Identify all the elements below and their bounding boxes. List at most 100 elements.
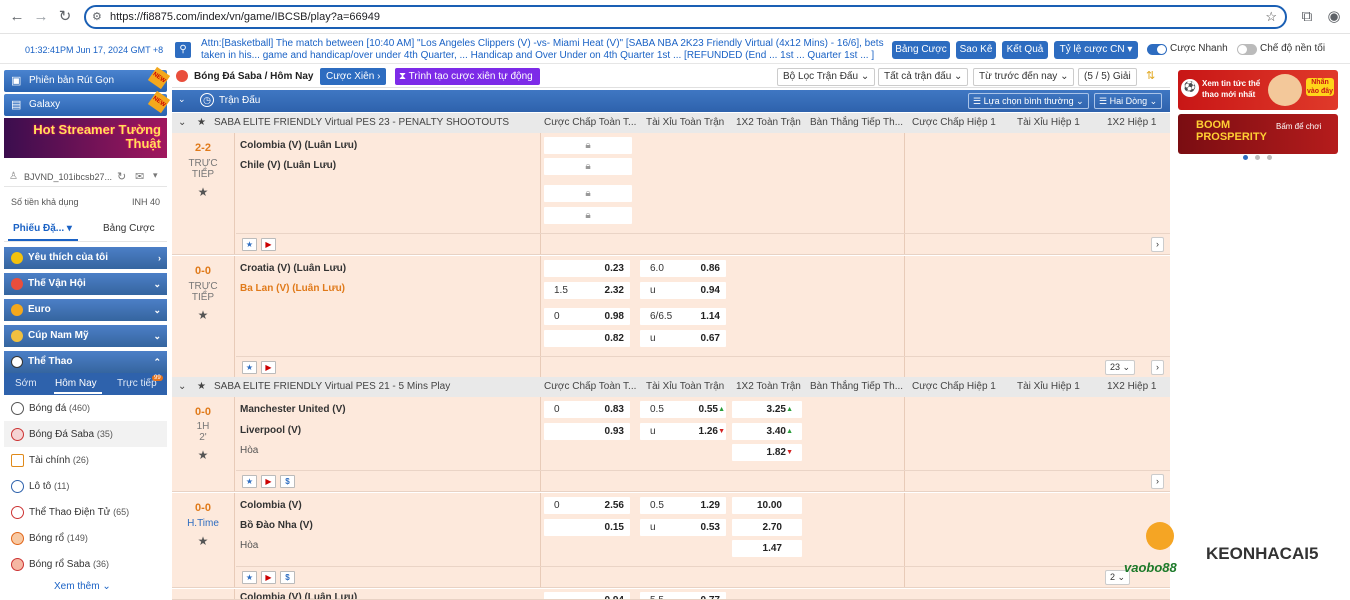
carousel-dot[interactable] [1267,155,1272,160]
search-icon[interactable]: ⚲ [175,42,191,58]
sport-finance[interactable]: Tài chính (26) [4,447,167,473]
favorite-star-icon[interactable]: ★ [242,238,257,251]
reload-icon[interactable]: ↻ [56,8,74,26]
sport-soccer[interactable]: Bóng đá (460) [4,395,167,421]
address-bar[interactable]: ⚙ https://fi8875.com/index/vn/game/IBCSB… [84,5,1287,29]
lite-version-banner[interactable]: ▣ Phiên bản Rút Gọn NEW [4,66,171,92]
odds-cell[interactable]: u 0.94 [640,282,726,299]
sport-saba-basketball[interactable]: Bóng rổ Saba (36) [4,551,167,577]
hot-streamer-banner[interactable]: Hot Streamer Tường Thuật [4,118,167,158]
match-filter-dropdown[interactable]: Bộ Lọc Trận Đấu ⌄ [777,68,876,86]
odds-cell[interactable]: 0.5 1.29 [640,497,726,514]
odds-cell[interactable]: 6/6.5 1.14 [640,308,726,325]
odds-cell[interactable]: 0.15 [544,519,630,536]
odds-cell[interactable]: u 1.26 ▼ [640,423,726,440]
menu-copa[interactable]: Cúp Nam Mỹ ⌄ [4,325,167,347]
cashout-icon[interactable]: $ [280,475,295,488]
tab-live[interactable]: Trực tiếp [117,378,157,389]
collapse-icon[interactable]: ⌄ [178,94,186,105]
live-stream-icon[interactable]: ▶ [261,361,276,374]
odds-cell[interactable]: 0 2.56 [544,497,630,514]
chevron-right-icon[interactable]: › [1151,237,1164,252]
sport-lotto[interactable]: Lô tô (11) [4,473,167,499]
auto-parlay-button[interactable]: ⧗ Trình tạo cược xiên tự động [395,68,540,85]
sport-saba-soccer[interactable]: Bóng Đá Saba (35) [4,421,167,447]
sport-basketball[interactable]: Bóng rổ (149) [4,525,167,551]
odds-cell[interactable]: u 0.67 [640,330,726,347]
results-button[interactable]: Kết Quả [1002,41,1048,59]
chevron-right-icon[interactable]: › [1151,474,1164,489]
carousel-dot[interactable] [1243,155,1248,160]
bookmark-star-icon[interactable]: ☆ [1265,9,1277,25]
chevron-right-icon[interactable]: › [1151,360,1164,375]
url-text[interactable]: https://fi8875.com/index/vn/game/IBCSB/p… [110,11,380,23]
odds-cell[interactable]: 0.5 0.55 ▲ [640,401,726,418]
live-stream-icon[interactable]: ▶ [261,475,276,488]
announcement-marquee[interactable]: Attn:[Basketball] The match between [10:… [201,38,886,62]
site-info-icon[interactable]: ⚙ [92,10,102,23]
odds-cell[interactable]: 1.47 [732,540,802,557]
menu-sports[interactable]: Thể Thao ⌃ [4,351,167,373]
odds-cell[interactable]: 0 0.83 [544,401,630,418]
odds-cell[interactable]: 0.94 [544,592,630,599]
dark-mode-toggle[interactable] [1237,44,1257,55]
more-bets-dropdown[interactable]: 23 ⌄ [1105,360,1136,375]
favorite-star-icon[interactable]: ★ [242,361,257,374]
sports-news-banner[interactable]: ⚽ Xem tin tức thể thao mới nhất Nhấn vào… [1178,70,1338,110]
tab-today[interactable]: Hôm Nay [55,378,97,389]
star-icon[interactable]: ★ [197,113,206,133]
menu-euro[interactable]: Euro ⌄ [4,299,167,321]
parlay-button[interactable]: Cược Xiên › [320,68,387,85]
forward-icon[interactable]: → [32,8,50,26]
league-count-dropdown[interactable]: (5 / 5) Giải [1078,68,1137,86]
bet-list-tab[interactable]: Bảng Cược [103,223,155,234]
odds-cell[interactable]: 2.70 [732,519,802,536]
star-icon[interactable]: ★ [197,377,206,397]
mail-icon[interactable]: ✉ [135,170,144,183]
odds-cell[interactable]: 10.00 [732,497,802,514]
favorite-star-icon[interactable]: ★ [242,475,257,488]
collapse-icon[interactable]: ⌄ [178,377,186,397]
odds-cell[interactable]: 0.23 [544,260,630,277]
odds-cell[interactable]: 5.5 0.77 [640,592,726,599]
league-header[interactable]: ⌄ ★ SABA ELITE FRIENDLY Virtual PES 21 -… [172,377,1170,397]
star-icon[interactable]: ★ [172,448,234,462]
odds-cell[interactable]: 1.5 2.32 [544,282,630,299]
odds-cell[interactable]: 1.82 ▼ [732,444,802,461]
star-icon[interactable]: ★ [172,308,234,322]
odds-cell[interactable]: 0 0.98 [544,308,630,325]
quick-bet-toggle[interactable] [1147,44,1167,55]
bet-list-button[interactable]: Bảng Cược [892,41,950,59]
sort-icon[interactable]: ⇅ [1146,69,1155,82]
menu-favorites[interactable]: Yêu thích của tôi › [4,247,167,269]
menu-olympics[interactable]: Thế Vận Hội ⌄ [4,273,167,295]
time-range-dropdown[interactable]: Từ trước đến nay ⌄ [973,68,1075,86]
odds-cell[interactable]: 0.93 [544,423,630,440]
odds-cell[interactable]: 3.40 ▲ [732,423,802,440]
galaxy-banner[interactable]: ▤ Galaxy NEW [4,90,171,116]
cashout-icon[interactable]: $ [280,571,295,584]
profile-icon[interactable]: ◉ [1325,8,1343,26]
chevron-down-icon[interactable]: ▾ [153,170,158,181]
odds-cell[interactable]: 0.82 [544,330,630,347]
normal-selection-dropdown[interactable]: ☰ Lựa chọn bình thường ⌄ [968,93,1089,109]
statement-button[interactable]: Sao Kê [956,41,996,59]
back-icon[interactable]: ← [8,8,26,26]
carousel-dot[interactable] [1255,155,1260,160]
game-promo-banner[interactable]: BOOM PROSPERITY Bấm để chơi [1178,114,1338,154]
all-matches-dropdown[interactable]: Tất cả trận đấu ⌄ [878,68,969,86]
star-icon[interactable]: ★ [172,185,234,199]
bet-slip-tab[interactable]: Phiếu Đặ... ▾ [13,223,72,234]
live-stream-icon[interactable]: ▶ [261,571,276,584]
odds-cell[interactable]: u 0.53 [640,519,726,536]
live-stream-icon[interactable]: ▶ [261,238,276,251]
extensions-icon[interactable]: ⧉ [1298,8,1316,26]
see-more-link[interactable]: Xem thêm ⌄ [54,581,111,592]
star-icon[interactable]: ★ [172,534,234,548]
favorite-star-icon[interactable]: ★ [242,571,257,584]
refresh-icon[interactable]: ↻ [117,170,126,183]
odds-cell[interactable]: 6.0 0.86 [640,260,726,277]
tab-early[interactable]: Sớm [15,378,37,389]
league-header[interactable]: ⌄ ★ SABA ELITE FRIENDLY Virtual PES 23 -… [172,113,1170,133]
odds-type-dropdown[interactable]: Tỷ lệ cược CN ▾ [1054,41,1138,59]
